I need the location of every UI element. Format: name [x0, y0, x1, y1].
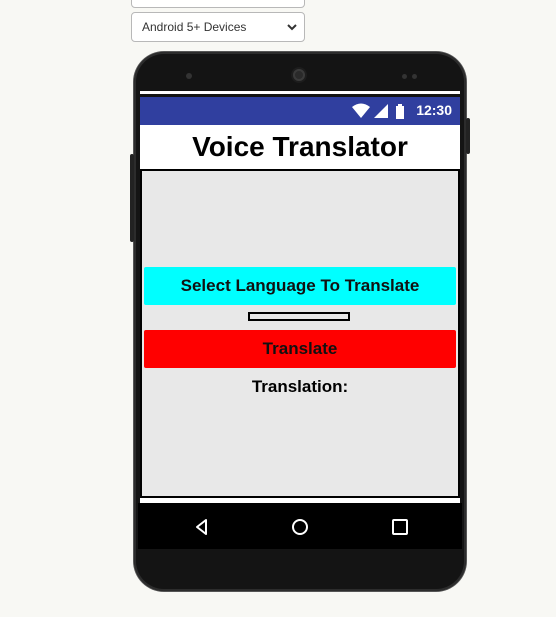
navigation-bar — [138, 503, 462, 549]
select-language-button[interactable]: Select Language To Translate — [144, 267, 456, 305]
power-button — [466, 118, 470, 154]
screen-content: Select Language To Translate Translate T… — [140, 171, 460, 498]
status-time: 12:30 — [416, 102, 452, 118]
translate-button[interactable]: Translate — [144, 330, 456, 368]
screen-top-edge — [140, 91, 460, 94]
sensor-dots-2 — [412, 74, 417, 79]
proximity-sensor — [186, 73, 192, 79]
translation-label: Translation: — [251, 377, 349, 396]
status-icons — [352, 103, 404, 119]
wifi-icon — [352, 103, 370, 118]
phone-mockup: 12:30 Voice Translator Select Language T… — [130, 52, 470, 591]
screen-size-select[interactable] — [131, 0, 305, 8]
phone-screen: 12:30 Voice Translator Select Language T… — [140, 97, 460, 547]
status-bar: 12:30 — [140, 97, 460, 125]
app-title: Voice Translator — [192, 131, 408, 162]
app-title-bar: Voice Translator — [140, 125, 460, 171]
device-select-value: Android 5+ Devices — [142, 20, 247, 34]
battery-icon — [396, 104, 404, 119]
sensor-dots — [402, 74, 407, 79]
designer-viewer: Android 5+ Devices 12:30 Voice Translato… — [0, 0, 556, 617]
chevron-down-icon — [287, 24, 297, 31]
home-icon[interactable] — [291, 518, 309, 536]
recents-icon[interactable] — [391, 518, 409, 536]
signal-icon — [374, 104, 388, 118]
volume-button — [130, 154, 134, 242]
text-input-box[interactable] — [248, 312, 350, 321]
front-camera — [293, 69, 305, 81]
back-icon[interactable] — [193, 518, 211, 536]
device-select[interactable]: Android 5+ Devices — [131, 12, 305, 42]
